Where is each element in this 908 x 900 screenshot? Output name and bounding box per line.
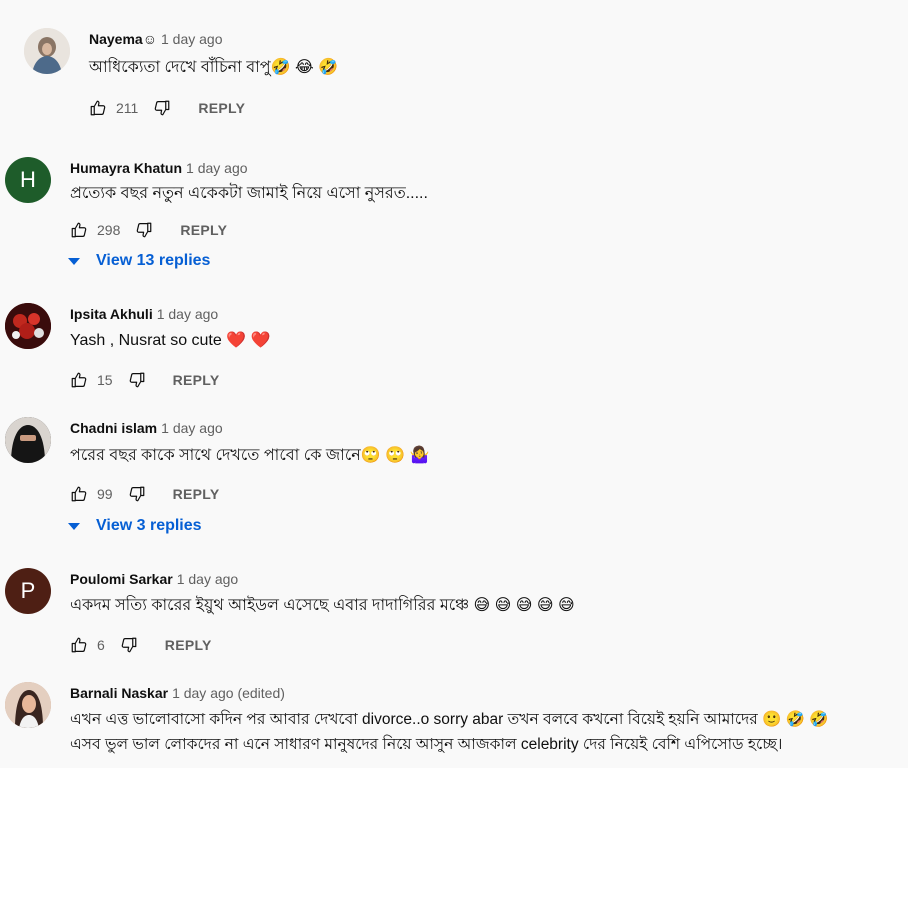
thumbs-down-icon xyxy=(121,637,137,653)
caret-down-icon xyxy=(68,522,80,530)
dislike-button[interactable] xyxy=(127,370,147,390)
avatar-letter: P xyxy=(20,578,36,603)
comment-header: Poulomi Sarkar 1 day ago xyxy=(70,571,238,587)
author-name[interactable]: Poulomi Sarkar xyxy=(70,571,173,587)
author-name[interactable]: Chadni islam xyxy=(70,420,157,436)
timestamp[interactable]: 1 day ago xyxy=(157,306,219,322)
thumbs-down-icon xyxy=(155,100,170,116)
avatar[interactable] xyxy=(5,417,51,463)
comment-text-line-1: এখন এত্ত ভালোবাসো কদিন পর আবার দেখবো div… xyxy=(70,711,829,728)
avatar[interactable]: P xyxy=(5,568,51,614)
thumbs-up-icon xyxy=(71,486,87,502)
avatar[interactable] xyxy=(24,28,70,74)
dislike-button[interactable] xyxy=(127,484,147,504)
author-name[interactable]: Humayra Khatun xyxy=(70,160,182,176)
avatar[interactable] xyxy=(5,682,51,728)
caret-down-icon xyxy=(68,257,80,265)
thumbs-down-icon xyxy=(137,222,152,238)
timestamp[interactable]: 1 day ago xyxy=(177,571,239,587)
timestamp[interactable]: 1 day ago xyxy=(161,31,223,47)
like-count: 298 xyxy=(97,222,121,238)
thumbs-up-icon xyxy=(71,222,87,238)
like-button[interactable] xyxy=(69,370,89,390)
comment-text: Yash , Nusrat so cute ❤️ ❤️ xyxy=(70,332,271,349)
avatar[interactable]: H xyxy=(5,157,51,203)
author-name[interactable]: Barnali Naskar xyxy=(70,685,168,701)
like-button[interactable] xyxy=(88,98,108,118)
like-count: 99 xyxy=(97,486,113,502)
comment-text: প্রত্যেক বছর নতুন একেকটা জামাই নিয়ে এসো… xyxy=(70,185,428,202)
comment-actions: 15 REPLY xyxy=(69,368,219,392)
avatar-photo-icon xyxy=(5,417,51,463)
avatar-photo-icon xyxy=(5,303,51,349)
avatar[interactable] xyxy=(5,303,51,349)
timestamp[interactable]: 1 day ago xyxy=(186,160,248,176)
like-button[interactable] xyxy=(69,635,89,655)
view-replies-button[interactable]: View 13 replies xyxy=(68,252,210,270)
like-count: 15 xyxy=(97,372,113,388)
author-name[interactable]: Nayema☺ xyxy=(89,31,157,47)
comment-header: Chadni islam 1 day ago xyxy=(70,420,223,436)
author-name[interactable]: Ipsita Akhuli xyxy=(70,306,153,322)
comment-text: একদম সত্যি কারের ইয়ুথ আইডল এসেছে এবার দ… xyxy=(70,597,575,614)
view-replies-button[interactable]: View 3 replies xyxy=(68,517,202,535)
thumbs-down-icon xyxy=(129,486,144,502)
comment-actions: 211 REPLY xyxy=(88,96,245,120)
avatar-letter: H xyxy=(20,167,36,192)
dislike-button[interactable] xyxy=(134,220,154,240)
dislike-button[interactable] xyxy=(152,98,172,118)
like-count: 6 xyxy=(97,637,105,653)
like-count: 211 xyxy=(116,100,139,116)
comment-actions: 99 REPLY xyxy=(69,482,219,506)
comment-actions: 298 REPLY xyxy=(69,218,227,242)
view-replies-label: View 13 replies xyxy=(96,252,211,269)
reply-button[interactable]: REPLY xyxy=(198,100,245,116)
reply-button[interactable]: REPLY xyxy=(173,486,220,502)
like-button[interactable] xyxy=(69,484,89,504)
comment-header: Barnali Naskar 1 day ago (edited) xyxy=(70,685,285,701)
comment-header: Humayra Khatun 1 day ago xyxy=(70,160,248,176)
thumbs-up-icon xyxy=(90,100,106,116)
comment-actions: 6 REPLY xyxy=(69,633,212,657)
comment-text: আধিক্যেতা দেখে বাঁচিনা বাপু🤣 😂 🤣 xyxy=(89,59,339,76)
comment-text: পরের বছর কাকে সাথে দেখতে পাবো কে জানে🙄 🙄… xyxy=(70,447,430,464)
thumbs-up-icon xyxy=(71,637,87,653)
dislike-button[interactable] xyxy=(119,635,139,655)
comment-header: Ipsita Akhuli 1 day ago xyxy=(70,306,218,322)
timestamp[interactable]: 1 day ago xyxy=(161,420,223,436)
reply-button[interactable]: REPLY xyxy=(180,222,227,238)
comments-panel: Nayema☺ 1 day ago আধিক্যেতা দেখে বাঁচিনা … xyxy=(0,0,908,768)
reply-button[interactable]: REPLY xyxy=(173,372,220,388)
comment-header: Nayema☺ 1 day ago xyxy=(89,31,223,47)
like-button[interactable] xyxy=(69,220,89,240)
thumbs-up-icon xyxy=(71,372,87,388)
avatar-photo-icon xyxy=(24,28,70,74)
reply-button[interactable]: REPLY xyxy=(165,637,212,653)
avatar-photo-icon xyxy=(5,682,51,728)
thumbs-down-icon xyxy=(129,372,144,388)
timestamp[interactable]: 1 day ago (edited) xyxy=(172,685,285,701)
comment-text-line-2: এসব ভুল ভাল লোকদের না এনে সাধারণ মানুষদে… xyxy=(70,736,783,753)
view-replies-label: View 3 replies xyxy=(96,517,202,534)
